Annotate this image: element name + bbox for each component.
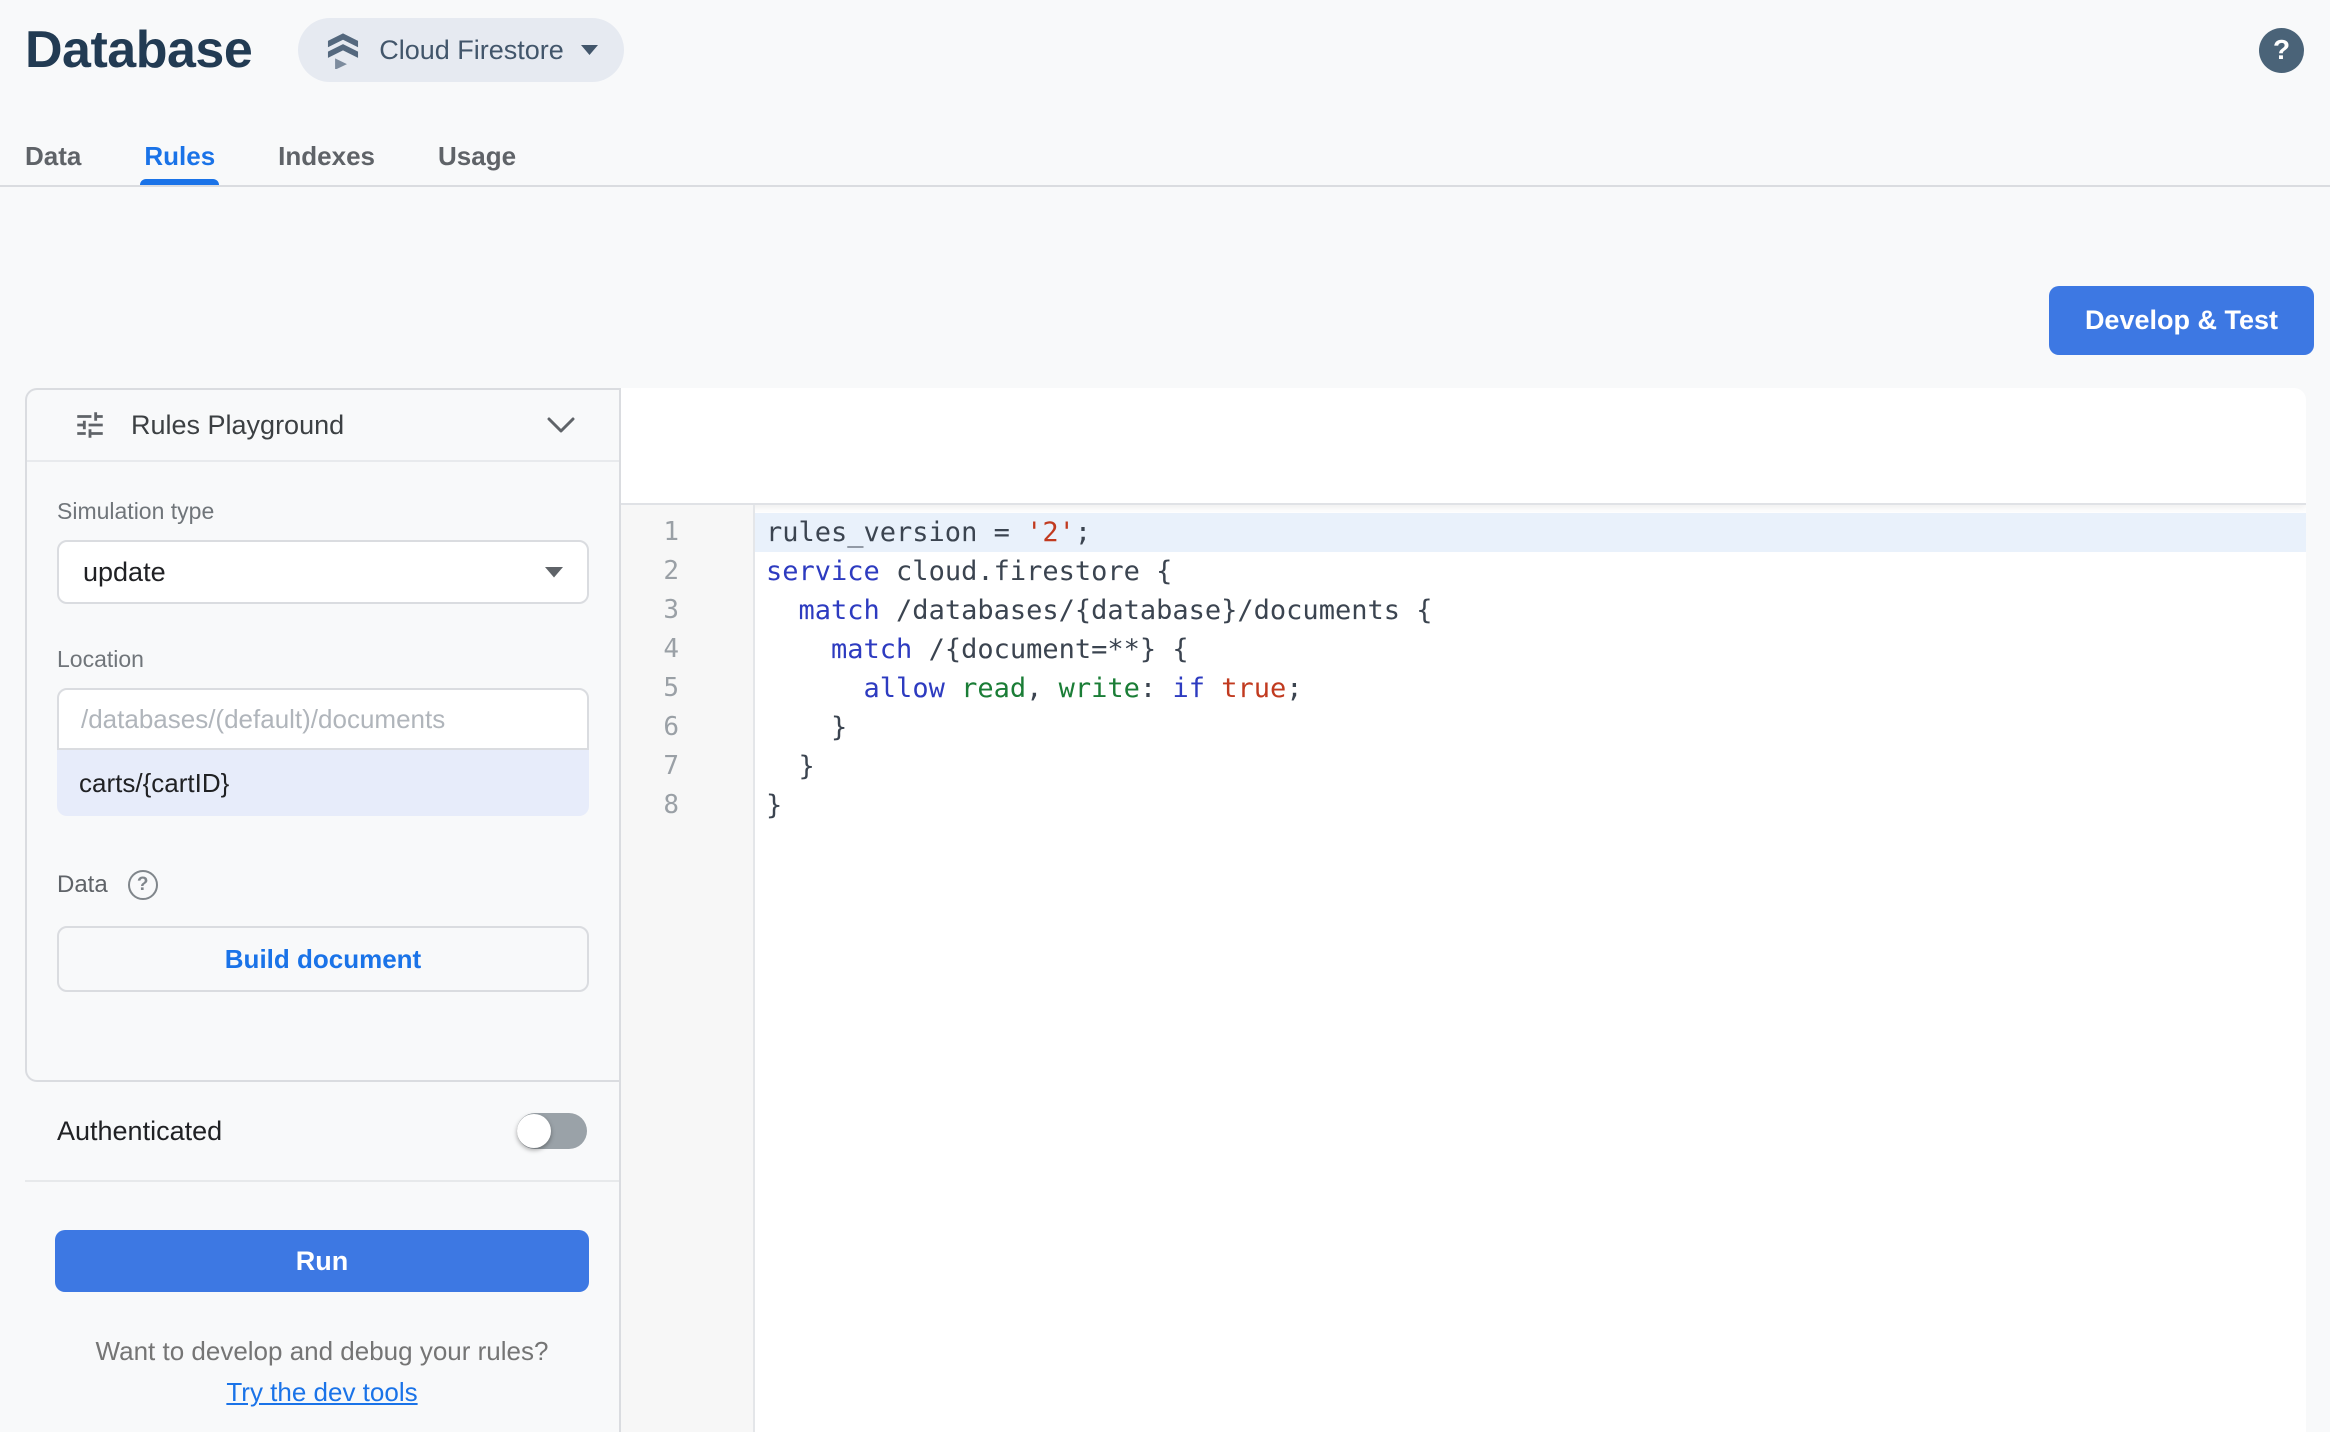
rules-playground-card: Rules Playground Simulation type update …	[25, 388, 619, 1082]
data-label: Data	[57, 871, 108, 898]
toggle-knob	[517, 1114, 551, 1148]
code-line-2[interactable]: service cloud.firestore {	[755, 552, 2306, 591]
tab-bar: Data Rules Indexes Usage	[0, 128, 2330, 187]
code-line-4[interactable]: match /{document=**} {	[755, 630, 2306, 669]
code-line-3[interactable]: match /databases/{database}/documents {	[755, 591, 2306, 630]
simulation-type-value: update	[83, 556, 166, 587]
tab-usage[interactable]: Usage	[438, 128, 516, 185]
code-line-1[interactable]: rules_version = '2';	[755, 513, 2306, 552]
line-number: 2	[663, 556, 679, 586]
dropdown-arrow-icon	[545, 566, 563, 578]
line-number: 4	[663, 634, 679, 664]
data-help-icon[interactable]: ?	[127, 870, 158, 900]
code-line-8[interactable]: }	[755, 786, 2306, 825]
line-number: 6	[663, 712, 679, 742]
caret-down-icon	[580, 45, 598, 55]
line-number: 1	[663, 517, 679, 547]
rules-playground-body: Simulation type update Location /databas…	[27, 462, 619, 992]
editor-toolbar	[621, 388, 2306, 505]
location-path-input[interactable]: carts/{cartID}	[57, 750, 589, 816]
location-placeholder: /databases/(default)/documents	[81, 703, 446, 734]
authenticated-row: Authenticated	[25, 1082, 619, 1182]
line-number: 7	[663, 751, 679, 781]
rules-playground-sidebar: Rules Playground Simulation type update …	[25, 388, 621, 1432]
authenticated-label: Authenticated	[57, 1115, 223, 1146]
line-number: 3	[663, 595, 679, 625]
code-area[interactable]: rules_version = '2'; service cloud.firest…	[755, 505, 2306, 1432]
run-button[interactable]: Run	[55, 1230, 589, 1292]
firestore-icon	[324, 31, 362, 69]
location-prefix-input[interactable]: /databases/(default)/documents	[57, 688, 589, 750]
data-section-header: Data ?	[57, 870, 589, 900]
tab-indexes[interactable]: Indexes	[278, 128, 375, 185]
product-switcher[interactable]: Cloud Firestore	[298, 18, 624, 82]
firebase-database-page: Database Cloud Firestore ? Data Rules Inde…	[0, 0, 2330, 1432]
chevron-down-icon[interactable]	[547, 417, 575, 434]
location-value: carts/{cartID}	[79, 767, 230, 798]
rules-playground-header[interactable]: Rules Playground	[27, 390, 619, 462]
line-number: 8	[663, 790, 679, 820]
rules-playground-title: Rules Playground	[131, 409, 345, 440]
authenticated-toggle[interactable]	[517, 1113, 587, 1149]
code-line-5[interactable]: allow read, write: if true;	[755, 669, 2306, 708]
location-field: /databases/(default)/documents carts/{ca…	[57, 688, 589, 816]
simulation-type-select[interactable]: update	[57, 540, 589, 604]
code-line-7[interactable]: }	[755, 747, 2306, 786]
try-dev-tools-link[interactable]: Try the dev tools	[226, 1377, 417, 1407]
tab-rules[interactable]: Rules	[140, 128, 219, 185]
help-button[interactable]: ?	[2259, 27, 2304, 73]
run-section: Run Want to develop and debug your rules…	[25, 1182, 619, 1408]
dev-tools-question: Want to develop and debug your rules?	[95, 1336, 549, 1366]
tab-data[interactable]: Data	[25, 128, 81, 185]
simulation-type-label: Simulation type	[57, 498, 215, 524]
editor-body[interactable]: 1 2 3 4 5 6 7 8 rules_version = '2'; service clo…	[621, 505, 2306, 1432]
app-header: Database Cloud Firestore ?	[0, 0, 2330, 100]
content-panels: Rules Playground Simulation type update …	[25, 388, 2306, 1432]
page-title: Database	[25, 21, 253, 79]
rules-editor: 1 2 3 4 5 6 7 8 rules_version = '2'; service clo…	[621, 388, 2306, 1432]
line-number-gutter: 1 2 3 4 5 6 7 8	[621, 505, 755, 1432]
develop-and-test-button[interactable]: Develop & Test	[2048, 286, 2314, 355]
build-document-button[interactable]: Build document	[57, 926, 589, 992]
tune-icon	[73, 408, 107, 442]
location-label: Location	[57, 646, 144, 672]
product-switcher-label: Cloud Firestore	[379, 34, 564, 65]
code-line-6[interactable]: }	[755, 708, 2306, 747]
line-number: 5	[663, 673, 679, 703]
question-mark-icon: ?	[2272, 34, 2291, 65]
